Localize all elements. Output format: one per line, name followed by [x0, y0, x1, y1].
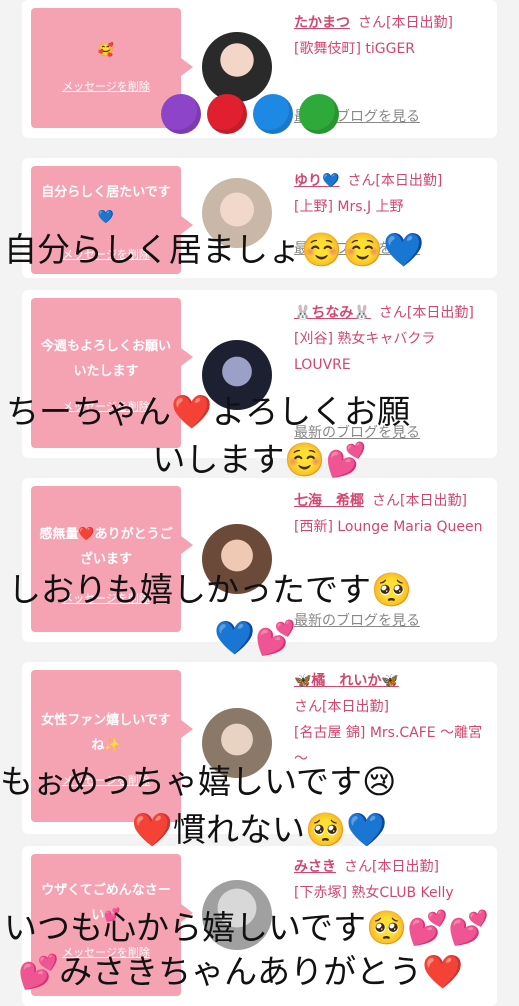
cast-name-link[interactable]: たかまつ	[294, 15, 350, 31]
avatar[interactable]	[202, 32, 272, 102]
venue-text: [名古屋 錦] Mrs.CAFE ～離宮～	[294, 725, 483, 767]
overlay-text: ❤️慣れない🥺💙	[131, 810, 388, 849]
overlay-text: 💕みさきちゃんありがとう❤️	[18, 952, 464, 991]
venue-text: [下赤塚] 熟女CLUB Kelly	[294, 885, 454, 901]
status-text: さん[本日出勤]	[294, 699, 389, 715]
overlay-text: ちーちゃん❤️よろしくお願	[6, 392, 411, 431]
purple-heart-icon	[161, 94, 201, 134]
status-text: さん[本日出勤]	[378, 305, 474, 321]
venue-text: [刈谷] 熟女キャバクラ LOUVRE	[294, 331, 436, 373]
overlay-text: 💙💕	[214, 618, 297, 657]
red-heart-icon	[207, 94, 247, 134]
message-bubble: 感無量❤️ありがとうございます メッセージを削除	[31, 486, 193, 632]
overlay-text: しおりも嬉しかったです🥺	[8, 570, 413, 609]
status-text: さん[本日出勤]	[347, 173, 443, 189]
cast-name-link[interactable]: ゆり💙	[294, 173, 339, 189]
overlay-text: 自分らしく居ましょ☺️☺️💙	[4, 230, 425, 269]
venue-text: [歌舞伎町] tiGGER	[294, 41, 416, 57]
cast-info: 🦋橘 れいか🦋 さん[本日出勤] [名古屋 錦] Mrs.CAFE ～離宮～	[294, 668, 494, 772]
overlay-text: いつも心から嬉しいです🥺💕💕	[4, 908, 490, 947]
status-text: さん[本日出勤]	[372, 493, 467, 509]
delete-message-link[interactable]: メッセージを削除	[31, 78, 181, 94]
cast-info: たかまつ さん[本日出勤] [歌舞伎町] tiGGER	[294, 10, 494, 62]
cast-name-link[interactable]: 七海 希椰	[294, 493, 364, 509]
green-heart-icon	[299, 94, 339, 134]
cast-name-link[interactable]: 🐰ちなみ🐰	[294, 305, 371, 321]
cast-info: 🐰ちなみ🐰 さん[本日出勤] [刈谷] 熟女キャバクラ LOUVRE	[294, 300, 494, 378]
cast-card: 女性ファン嬉しいですね✨ メッセージを削除 🦋橘 れいか🦋 さん[本日出勤] […	[22, 662, 497, 834]
message-text: 感無量❤️ありがとうございます	[39, 527, 173, 567]
hearts-overlay	[158, 94, 342, 138]
venue-text: [上野] Mrs.J 上野	[294, 199, 404, 215]
message-text: 自分らしく居たいです💙	[41, 185, 171, 225]
blue-heart-icon	[253, 94, 293, 134]
cast-card: 今週もよろしくお願いいたします メッセージを削除 🐰ちなみ🐰 さん[本日出勤] […	[22, 290, 497, 458]
blog-link[interactable]: 最新のブログを見る	[294, 610, 420, 630]
message-text: 🥰	[97, 43, 115, 58]
venue-text: [西新] Lounge Maria Queen	[294, 519, 483, 535]
cast-info: みさき さん[本日出勤] [下赤塚] 熟女CLUB Kelly	[294, 854, 494, 906]
message-text: 女性ファン嬉しいですね✨	[41, 713, 171, 753]
cast-name-link[interactable]: 🦋橘 れいか🦋	[294, 673, 399, 689]
overlay-text: もぉめっちゃ嬉しいです😢	[0, 762, 397, 801]
cast-name-link[interactable]: みさき	[294, 859, 336, 875]
status-text: さん[本日出勤]	[358, 15, 453, 31]
status-text: さん[本日出勤]	[344, 859, 439, 875]
message-text: 今週もよろしくお願いいたします	[40, 339, 171, 379]
cast-info: 七海 希椰 さん[本日出勤] [西新] Lounge Maria Queen	[294, 488, 494, 540]
overlay-text: いします☺️💕	[152, 440, 367, 479]
cast-info: ゆり💙 さん[本日出勤] [上野] Mrs.J 上野	[294, 168, 494, 220]
